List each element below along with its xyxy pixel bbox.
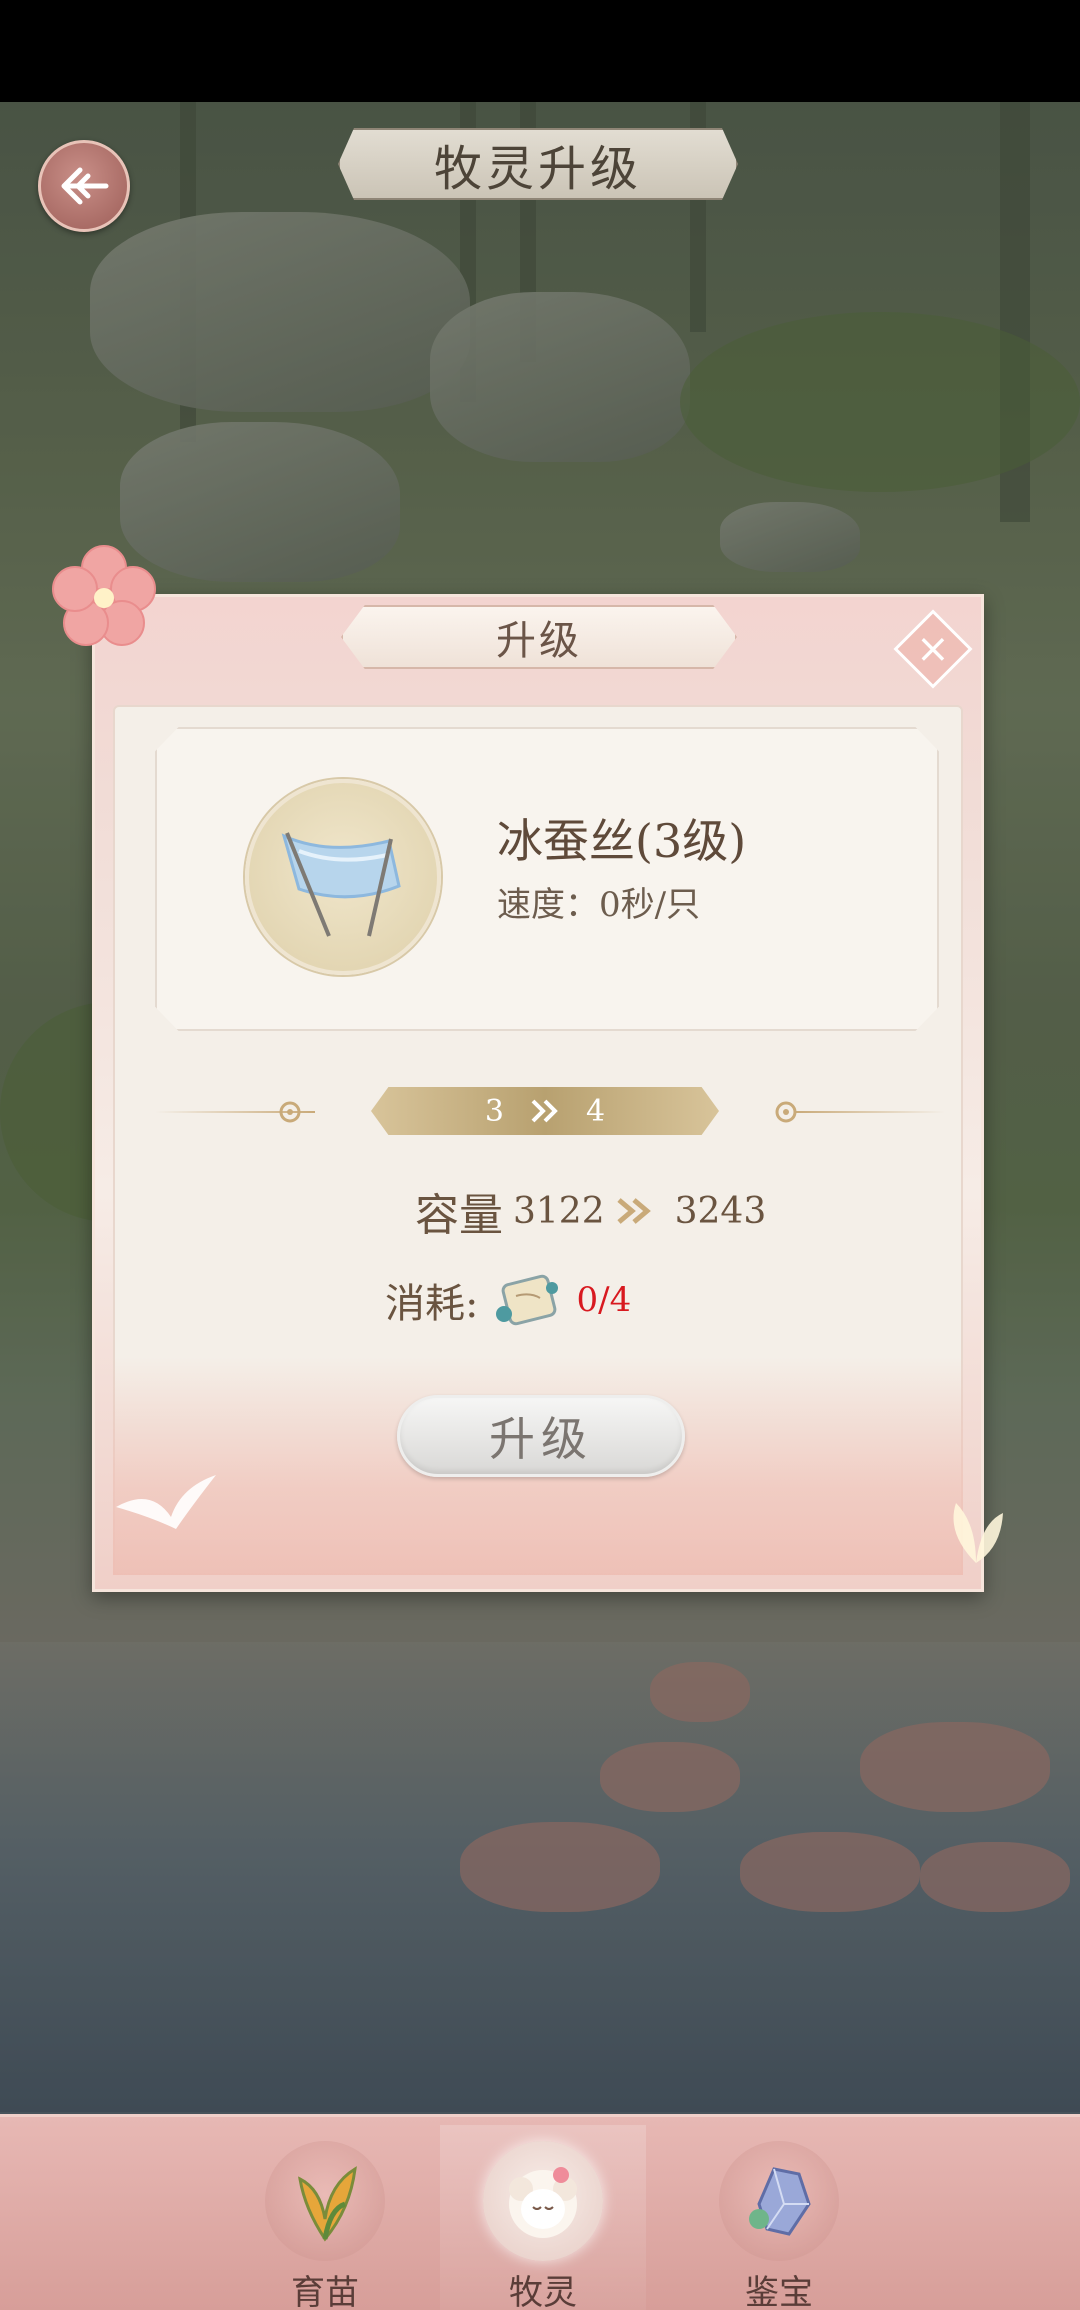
cost-label: 消耗:	[385, 1281, 479, 1327]
scroll-item-icon[interactable]	[492, 1270, 562, 1330]
cost-row: 消耗: 0/4	[385, 1269, 631, 1331]
bottom-nav: 育苗 牧灵 鉴宝	[0, 2114, 1080, 2310]
dialog-title-plate: 升级	[341, 605, 737, 669]
item-name: 冰蚕丝(3级)	[497, 814, 747, 868]
capacity-to: 3243	[674, 1190, 767, 1232]
close-button[interactable]: ×	[893, 609, 973, 689]
upgrade-button-label: 升级	[489, 1412, 593, 1466]
upgrade-button[interactable]: 升级	[397, 1395, 685, 1477]
back-button[interactable]	[38, 140, 130, 232]
item-icon-frame	[245, 779, 441, 975]
back-arrow-icon	[61, 167, 109, 205]
upgrade-dialog: 升级 × 冰蚕丝(3级) 速度：0秒/只 3 4 容量 3122 3243 消耗…	[52, 545, 1003, 1592]
level-from: 3	[484, 1093, 504, 1129]
seedling-flower-icon	[298, 2166, 357, 2242]
capacity-label: 容量	[415, 1190, 503, 1241]
plum-blossom-icon	[52, 545, 156, 646]
capacity-from: 3122	[513, 1190, 605, 1232]
page-title: 牧灵升级	[433, 141, 642, 197]
item-speed: 速度：0秒/只	[497, 885, 701, 925]
tab-seedling[interactable]: 育苗	[222, 2125, 428, 2310]
divider-right	[795, 1111, 945, 1113]
tab-label: 育苗	[291, 2273, 359, 2310]
page-title-plate: 牧灵升级	[338, 128, 738, 200]
capacity-row: 容量 3122 3243	[415, 1181, 766, 1241]
status-bar	[0, 0, 1080, 102]
sheep-icon	[509, 2167, 577, 2238]
tab-appraisal[interactable]: 鉴宝	[676, 2125, 882, 2310]
cost-value: 0/4	[576, 1280, 632, 1320]
knot-ornament-icon	[279, 1101, 301, 1123]
silk-banner-icon	[281, 832, 401, 937]
butterfly-icon	[953, 1503, 1003, 1563]
level-to: 4	[586, 1093, 606, 1129]
dialog-title: 升级	[496, 618, 582, 664]
tab-spirit-herding[interactable]: 牧灵	[440, 2125, 646, 2310]
double-chevron-right-icon	[530, 1098, 560, 1124]
level-change-banner: 3 4	[371, 1087, 719, 1135]
double-chevron-right-icon	[615, 1196, 655, 1226]
tab-label: 牧灵	[509, 2273, 577, 2310]
tab-label: 鉴宝	[745, 2273, 813, 2310]
white-bird-icon	[116, 1475, 216, 1529]
close-icon: ×	[916, 625, 950, 672]
gemstone-icon	[749, 2167, 811, 2236]
